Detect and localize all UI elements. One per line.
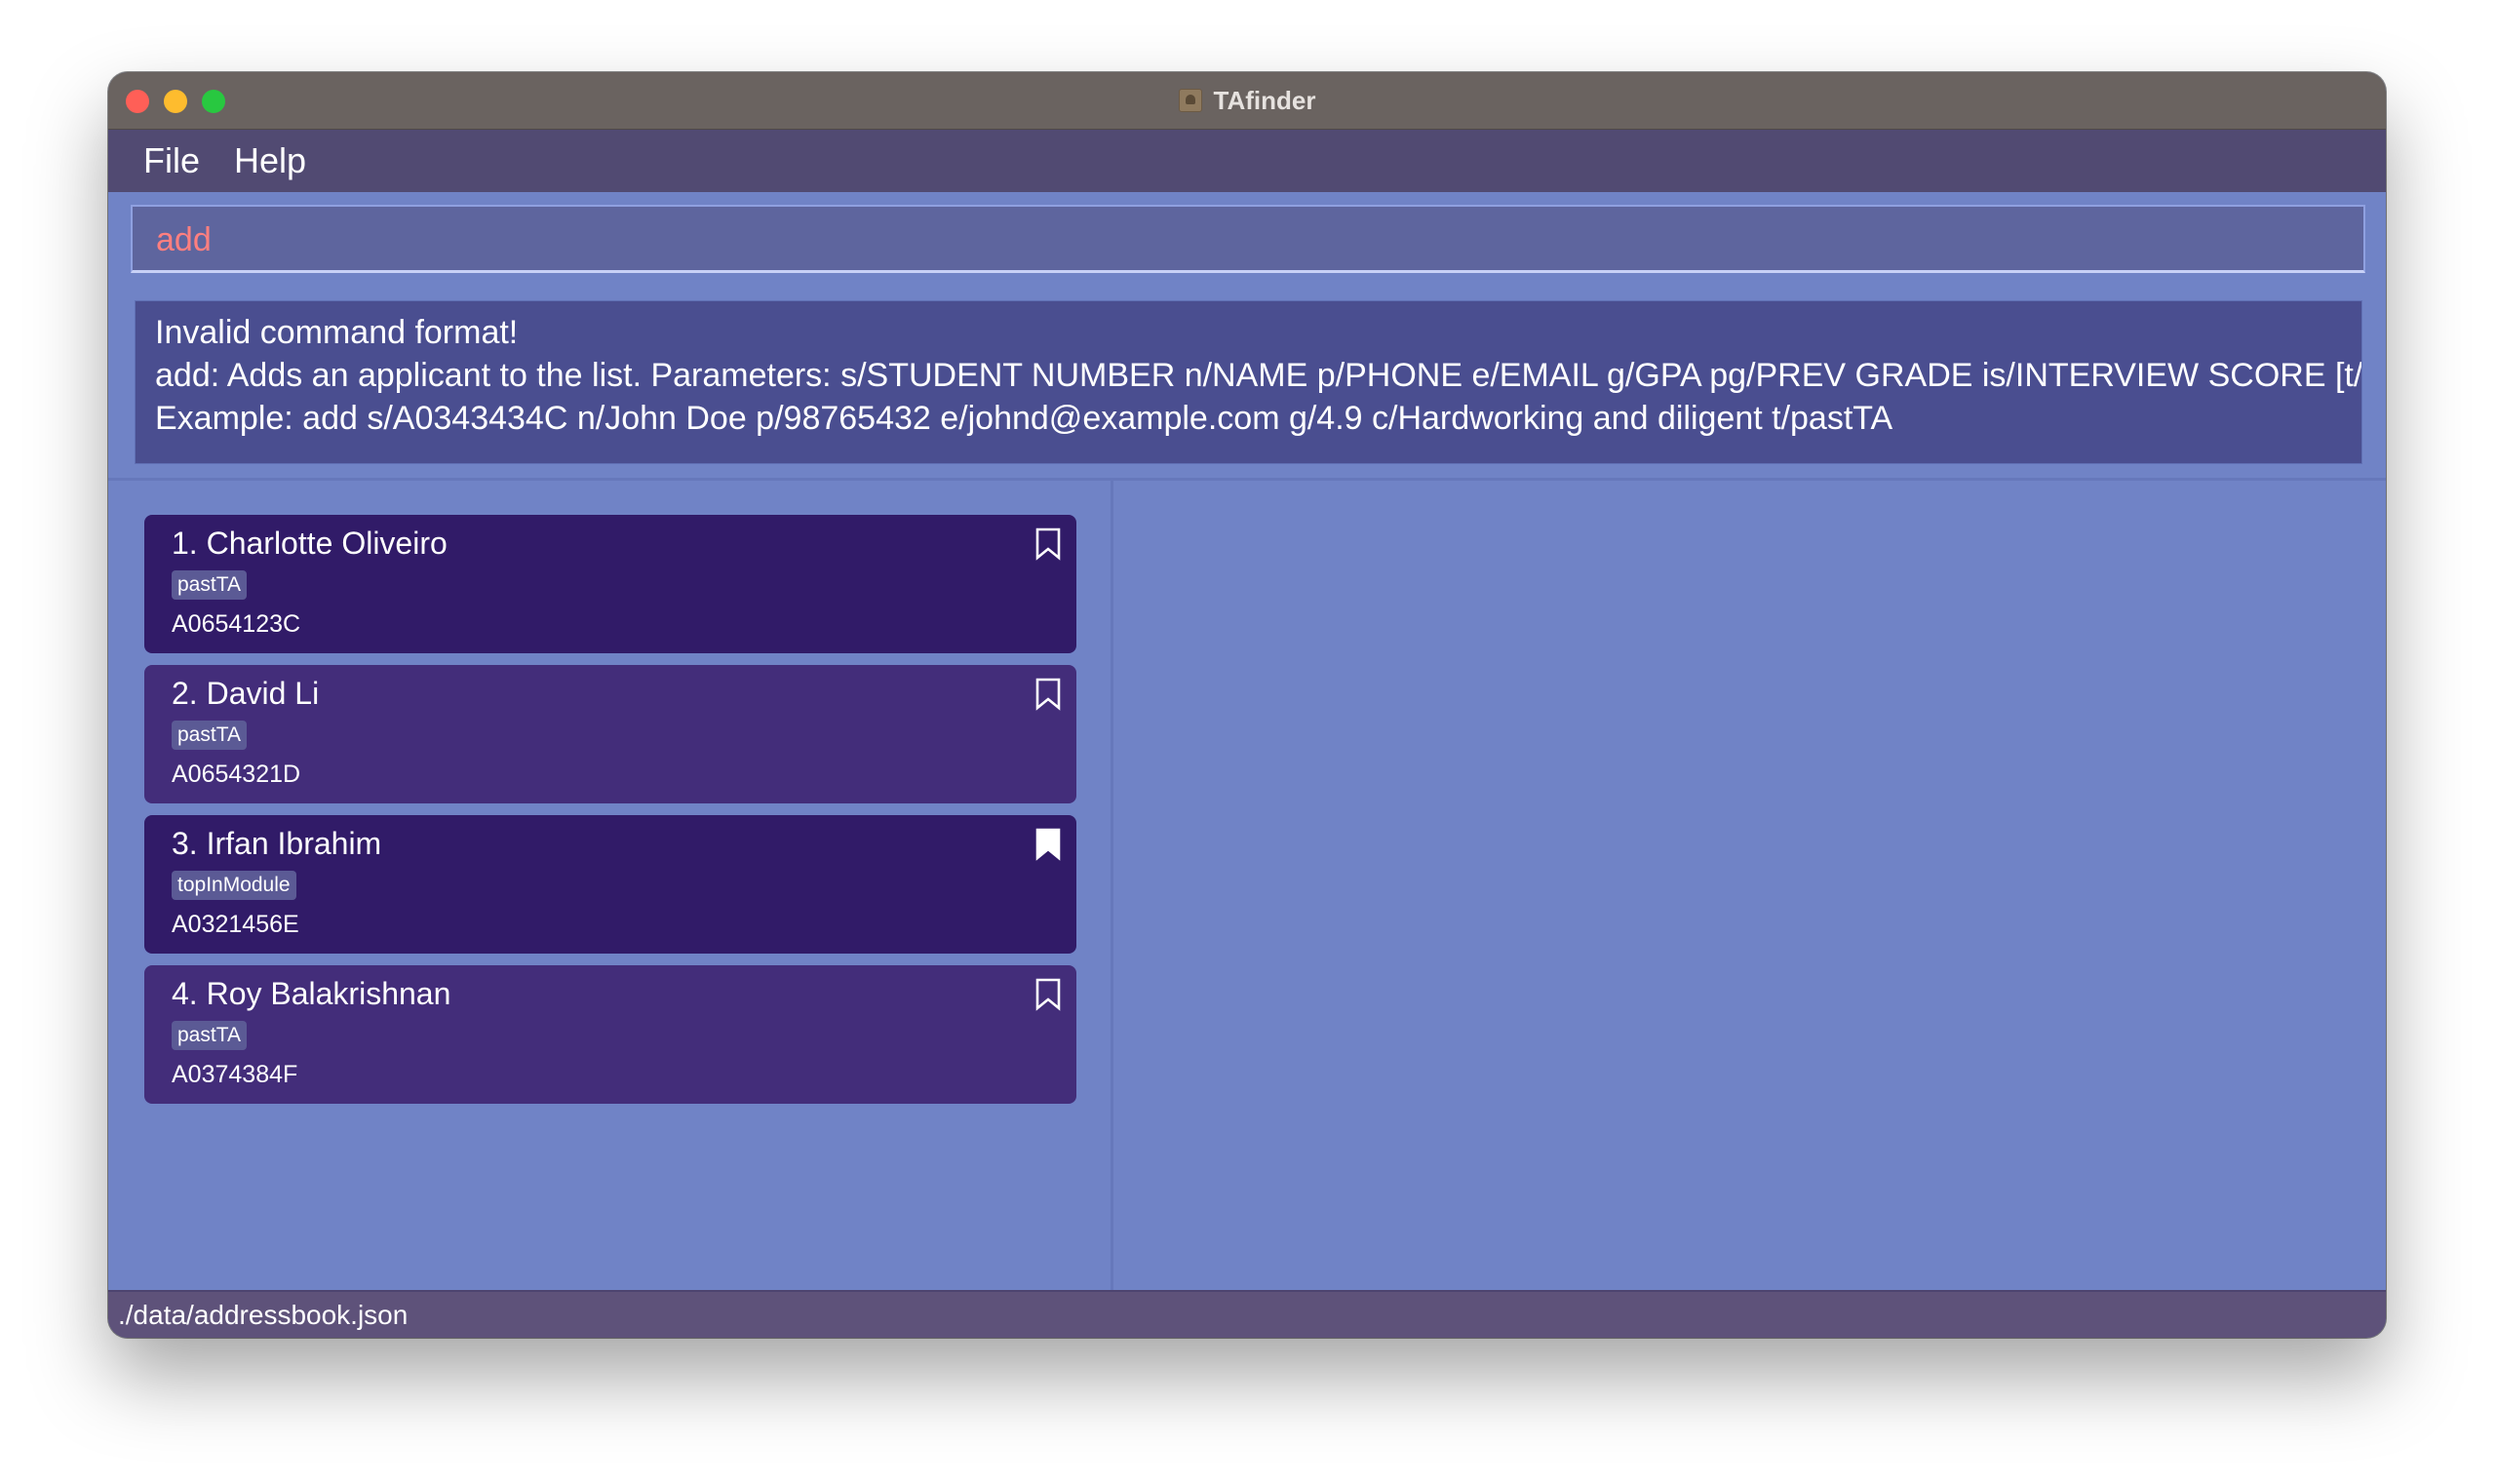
applicant-tag: pastTA [172,1021,247,1050]
applicant-card[interactable]: 3. Irfan Ibrahim topInModule A0321456E [144,815,1076,954]
bookmark-outline-icon[interactable] [1034,978,1063,1011]
applicant-card[interactable]: 2. David Li pastTA A0654321D [144,665,1076,803]
result-line-3: Example: add s/A0343434C n/John Doe p/98… [155,400,1893,437]
status-bar: ./data/addressbook.json [108,1290,2386,1338]
command-input[interactable] [154,207,2342,273]
window-title: TAfinder [108,72,2386,129]
result-line-2: add: Adds an applicant to the list. Para… [155,357,2362,394]
status-file-path: ./data/addressbook.json [118,1300,409,1330]
applicant-student-number: A0654321D [172,761,301,788]
result-line-1: Invalid command format! [155,314,519,351]
bookmark-outline-icon[interactable] [1034,527,1063,561]
panel-divider-horizontal [108,478,2386,481]
bookmark-filled-icon[interactable] [1034,828,1063,861]
applicant-student-number: A0374384F [172,1061,298,1088]
panel-divider-vertical[interactable] [1111,480,1113,1299]
menu-file[interactable]: File [143,140,200,181]
applicant-card[interactable]: 1. Charlotte Oliveiro pastTA A0654123C [144,515,1076,653]
result-display: Invalid command format! add: Adds an app… [135,300,2362,464]
applicant-tag: pastTA [172,570,247,600]
applicant-tag: topInModule [172,871,296,900]
app-icon [1178,89,1202,112]
applicant-name: 1. Charlotte Oliveiro [172,526,448,561]
window-title-text: TAfinder [1213,85,1316,115]
menu-bar: File Help [108,130,2386,192]
app-window: TAfinder File Help Invalid command forma… [108,72,2386,1338]
applicant-student-number: A0654123C [172,610,301,638]
bookmark-outline-icon[interactable] [1034,678,1063,711]
applicant-tag: pastTA [172,721,247,750]
applicant-name: 2. David Li [172,676,320,711]
command-box [131,205,2365,273]
applicant-card[interactable]: 4. Roy Balakrishnan pastTA A0374384F [144,965,1076,1104]
applicant-name: 4. Roy Balakrishnan [172,976,451,1011]
menu-help[interactable]: Help [234,140,306,181]
applicant-name: 3. Irfan Ibrahim [172,826,382,861]
applicant-student-number: A0321456E [172,911,299,938]
title-bar[interactable]: TAfinder [108,72,2386,130]
applicant-list: 1. Charlotte Oliveiro pastTA A0654123C 2… [144,515,1076,1115]
